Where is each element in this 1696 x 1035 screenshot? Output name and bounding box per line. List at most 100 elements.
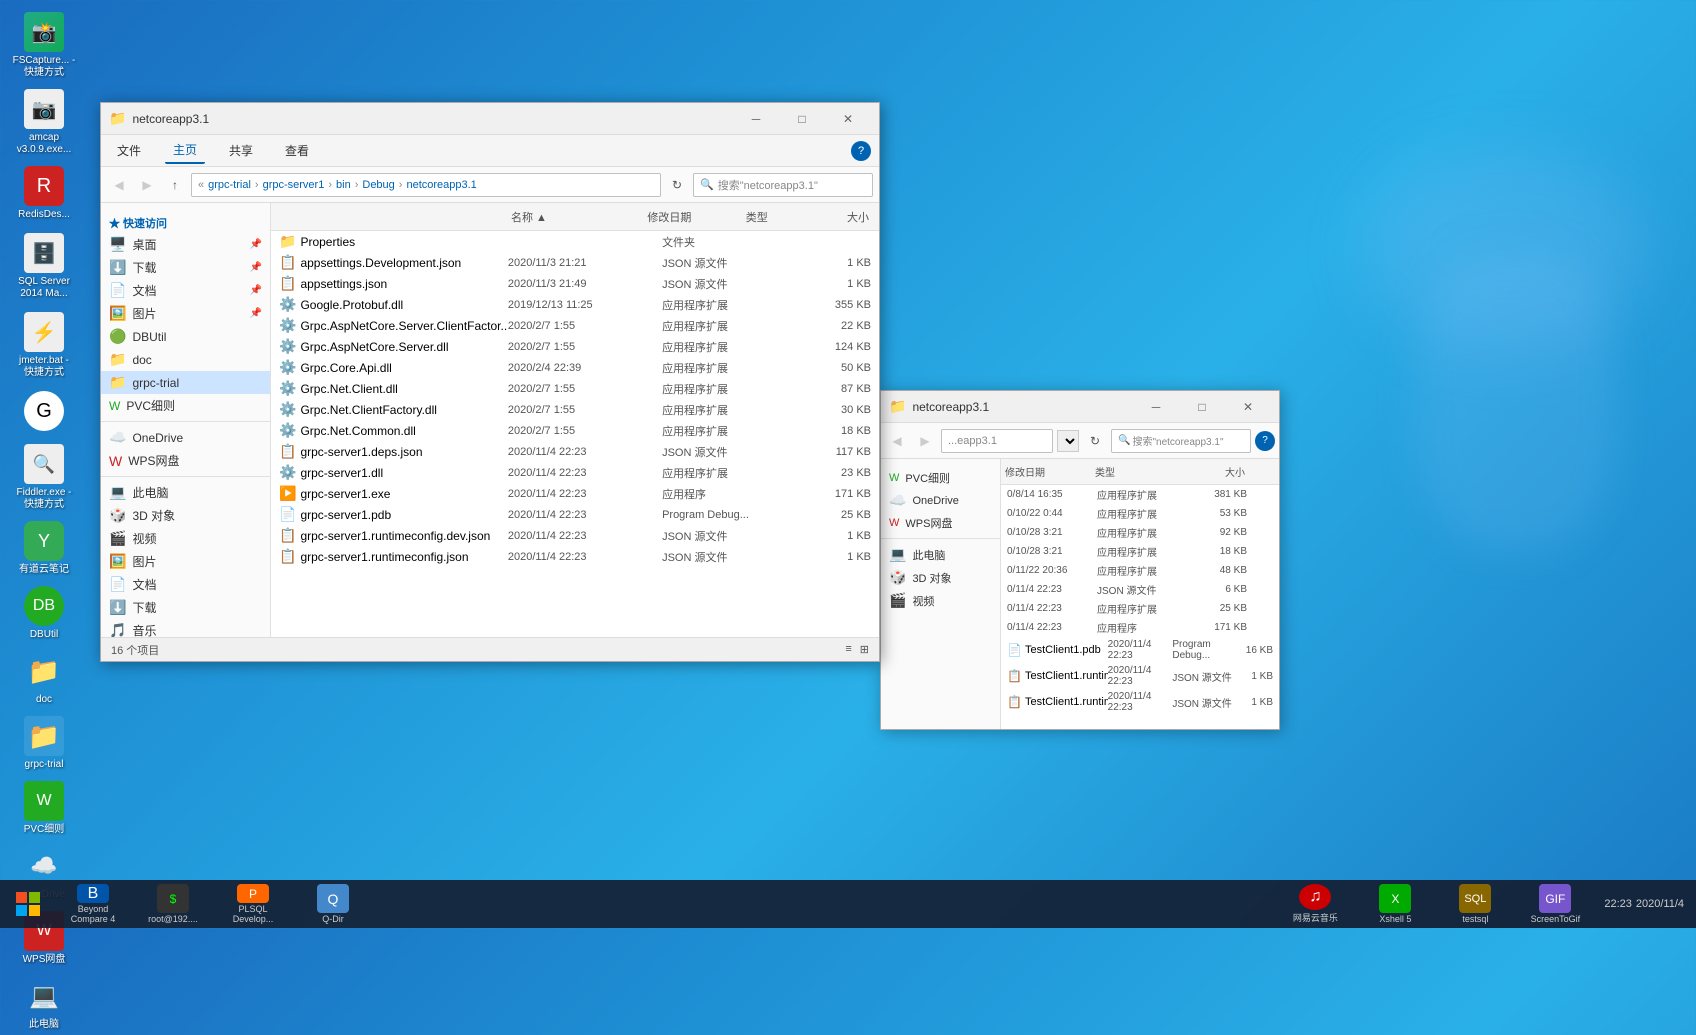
- sidebar-item-wps[interactable]: WWPS网盘: [101, 449, 270, 472]
- address-path-1[interactable]: « grpc-trial › grpc-server1 › bin › Debu…: [191, 173, 661, 197]
- taskbar-root[interactable]: $ root@192....: [134, 882, 212, 926]
- sidebar-item-desktop1[interactable]: 🖥️桌面📌: [101, 233, 270, 256]
- path-server1[interactable]: grpc-server1: [263, 179, 325, 191]
- col-size-header-2[interactable]: 大小: [1185, 464, 1245, 479]
- jmeter-icon[interactable]: ⚡ jmeter.bat -快捷方式: [4, 308, 84, 383]
- minimize-btn-1[interactable]: ─: [733, 103, 779, 135]
- ribbon-tab-home[interactable]: 主页: [165, 137, 205, 164]
- file2-row-8[interactable]: 0/11/4 22:23 应用程序 171 KB: [1001, 618, 1279, 637]
- sidebar-item-music[interactable]: 🎵音乐: [101, 619, 270, 637]
- file-row-grpcnet-clientfactory[interactable]: ⚙️Grpc.Net.ClientFactory.dll 2020/2/7 1:…: [271, 399, 879, 420]
- sidebar-item-download2[interactable]: ⬇️下载: [101, 596, 270, 619]
- sidebar-item-doc[interactable]: 📁doc: [101, 348, 270, 371]
- help-btn-2[interactable]: ?: [1255, 431, 1275, 451]
- dbutil-icon[interactable]: DB DBUtil: [4, 582, 84, 645]
- sidebar2-pvc[interactable]: WPVC细则: [881, 467, 1000, 489]
- file2-row-2[interactable]: 0/10/22 0:44 应用程序扩展 53 KB: [1001, 504, 1279, 523]
- file2-row-6[interactable]: 0/11/4 22:23 JSON 源文件 6 KB: [1001, 580, 1279, 599]
- file-row-grpcserver-deps[interactable]: 📋grpc-server1.deps.json 2020/11/4 22:23 …: [271, 441, 879, 462]
- path-dropdown-2[interactable]: [1057, 430, 1079, 452]
- refresh-btn-2[interactable]: ↻: [1083, 429, 1107, 453]
- taskbar-testsql[interactable]: SQL testsql: [1436, 882, 1514, 926]
- col-date-header-2[interactable]: 修改日期: [1005, 464, 1095, 479]
- file-row-properties[interactable]: 📁Properties 文件夹: [271, 231, 879, 252]
- close-btn-2[interactable]: ✕: [1225, 391, 1271, 423]
- col-name-header[interactable]: 名称 ▲: [511, 209, 643, 225]
- file-row-grpcserver-runtime-dev[interactable]: 📋grpc-server1.runtimeconfig.dev.json 202…: [271, 525, 879, 546]
- sidebar-item-dbutil[interactable]: 🟢DBUtil: [101, 325, 270, 348]
- taskbar-plsql[interactable]: P PLSQLDevelop...: [214, 882, 292, 926]
- google-icon[interactable]: G: [4, 387, 84, 438]
- file-row-grpcserver-dll[interactable]: ⚙️grpc-server1.dll 2020/11/4 22:23 应用程序扩…: [271, 462, 879, 483]
- refresh-btn-1[interactable]: ↻: [665, 173, 689, 197]
- file-row-protobuf[interactable]: ⚙️Google.Protobuf.dll 2019/12/13 11:25 应…: [271, 294, 879, 315]
- file-row-grpcserver-runtime[interactable]: 📋grpc-server1.runtimeconfig.json 2020/11…: [271, 546, 879, 567]
- sidebar-item-grpc[interactable]: 📁grpc-trial: [101, 371, 270, 394]
- file2-row-7[interactable]: 0/11/4 22:23 应用程序扩展 25 KB: [1001, 599, 1279, 618]
- fiddler-icon[interactable]: 🔍 Fiddler.exe -快捷方式: [4, 440, 84, 515]
- pvcfine-icon[interactable]: W PVC细则: [4, 777, 84, 840]
- sidebar-item-docs2[interactable]: 📄文档: [101, 573, 270, 596]
- taskbar-xshell[interactable]: X Xshell 5: [1356, 882, 1434, 926]
- thispc-icon[interactable]: 💻 此电脑: [4, 972, 84, 1035]
- help-btn-1[interactable]: ?: [851, 141, 871, 161]
- sidebar-item-docs1[interactable]: 📄文档📌: [101, 279, 270, 302]
- taskbar-beyond[interactable]: B BeyondCompare 4: [54, 882, 132, 926]
- maximize-btn-1[interactable]: □: [779, 103, 825, 135]
- sidebar2-wps[interactable]: WWPS网盘: [881, 512, 1000, 534]
- file-row-appsettings[interactable]: 📋appsettings.json 2020/11/3 21:49 JSON 源…: [271, 273, 879, 294]
- ribbon-tab-view[interactable]: 查看: [277, 138, 317, 163]
- file-row-grpcaspnet-server[interactable]: ⚙️Grpc.AspNetCore.Server.dll 2020/2/7 1:…: [271, 336, 879, 357]
- search-box-1[interactable]: 🔍 搜索"netcoreapp3.1": [693, 173, 873, 197]
- forward-btn-1[interactable]: ▶: [135, 173, 159, 197]
- col-date-header[interactable]: 修改日期: [643, 209, 741, 225]
- close-btn-1[interactable]: ✕: [825, 103, 871, 135]
- up-btn-1[interactable]: ↑: [163, 173, 187, 197]
- youdao-icon[interactable]: Y 有道云笔记: [4, 517, 84, 580]
- sidebar-item-pvc[interactable]: WPVC细则: [101, 394, 270, 417]
- sidebar2-video[interactable]: 🎬视频: [881, 589, 1000, 612]
- file2-row-3[interactable]: 0/10/28 3:21 应用程序扩展 92 KB: [1001, 523, 1279, 542]
- sidebar-item-video[interactable]: 🎬视频: [101, 527, 270, 550]
- taskbar-netease[interactable]: ♫ 网易云音乐: [1276, 882, 1354, 926]
- back-btn-2[interactable]: ◀: [885, 429, 909, 453]
- col-type-header-2[interactable]: 类型: [1095, 464, 1185, 479]
- ribbon-tab-file[interactable]: 文件: [109, 138, 149, 163]
- view-grid-btn[interactable]: ⊞: [860, 643, 869, 656]
- file2-row-pdb[interactable]: 📄TestClient1.pdb 2020/11/4 22:23 Program…: [1001, 637, 1279, 663]
- file-row-grpccore[interactable]: ⚙️Grpc.Core.Api.dll 2020/2/4 22:39 应用程序扩…: [271, 357, 879, 378]
- col-type-header[interactable]: 类型: [742, 209, 823, 225]
- file-row-grpcnet-client[interactable]: ⚙️Grpc.Net.Client.dll 2020/2/7 1:55 应用程序…: [271, 378, 879, 399]
- path-netcore[interactable]: netcoreapp3.1: [406, 179, 476, 191]
- minimize-btn-2[interactable]: ─: [1133, 391, 1179, 423]
- file2-row-runtime[interactable]: 📋TestClient1.runtimeconfig.json 2020/11/…: [1001, 689, 1279, 715]
- file-row-appsettings-dev[interactable]: 📋appsettings.Development.json 2020/11/3 …: [271, 252, 879, 273]
- doc-folder-icon[interactable]: 📁 doc: [4, 647, 84, 710]
- sidebar-item-onedrive[interactable]: ☁️OneDrive: [101, 426, 270, 449]
- col-size-header[interactable]: 大小: [822, 209, 873, 225]
- file2-row-5[interactable]: 0/11/22 20:36 应用程序扩展 48 KB: [1001, 561, 1279, 580]
- view-list-btn[interactable]: ≡: [845, 643, 851, 656]
- path-bin[interactable]: bin: [336, 179, 351, 191]
- amcap-icon[interactable]: 📷 amcapv3.0.9.exe...: [4, 85, 84, 160]
- back-btn-1[interactable]: ◀: [107, 173, 131, 197]
- sidebar2-3d[interactable]: 🎲3D 对象: [881, 566, 1000, 589]
- sidebar-item-pics2[interactable]: 🖼️图片: [101, 550, 270, 573]
- start-button[interactable]: [4, 882, 52, 926]
- file-row-grpcaspnet-factory[interactable]: ⚙️Grpc.AspNetCore.Server.ClientFactor...…: [271, 315, 879, 336]
- grpctrial-folder-icon[interactable]: 📁 grpc-trial: [4, 712, 84, 775]
- sidebar-item-3d[interactable]: 🎲3D 对象: [101, 504, 270, 527]
- file2-row-4[interactable]: 0/10/28 3:21 应用程序扩展 18 KB: [1001, 542, 1279, 561]
- file-row-grpcserver-exe[interactable]: ▶️grpc-server1.exe 2020/11/4 22:23 应用程序 …: [271, 483, 879, 504]
- file-row-grpcnet-common[interactable]: ⚙️Grpc.Net.Common.dll 2020/2/7 1:55 应用程序…: [271, 420, 879, 441]
- sidebar-item-download1[interactable]: ⬇️下载📌: [101, 256, 270, 279]
- forward-btn-2[interactable]: ▶: [913, 429, 937, 453]
- file-row-grpcserver-pdb[interactable]: 📄grpc-server1.pdb 2020/11/4 22:23 Progra…: [271, 504, 879, 525]
- taskbar-screentogif[interactable]: GIF ScreenToGif: [1516, 882, 1594, 926]
- search-box-2[interactable]: 🔍 搜索"netcoreapp3.1": [1111, 429, 1251, 453]
- fscapture-icon[interactable]: 📸 FSCapture... - 快捷方式: [4, 8, 84, 83]
- path-grpctrial[interactable]: grpc-trial: [208, 179, 251, 191]
- sqlserver-icon[interactable]: 🗄️ SQL Server2014 Ma...: [4, 229, 84, 304]
- sidebar2-thispc[interactable]: 💻此电脑: [881, 543, 1000, 566]
- taskbar-qdir[interactable]: Q Q-Dir: [294, 882, 372, 926]
